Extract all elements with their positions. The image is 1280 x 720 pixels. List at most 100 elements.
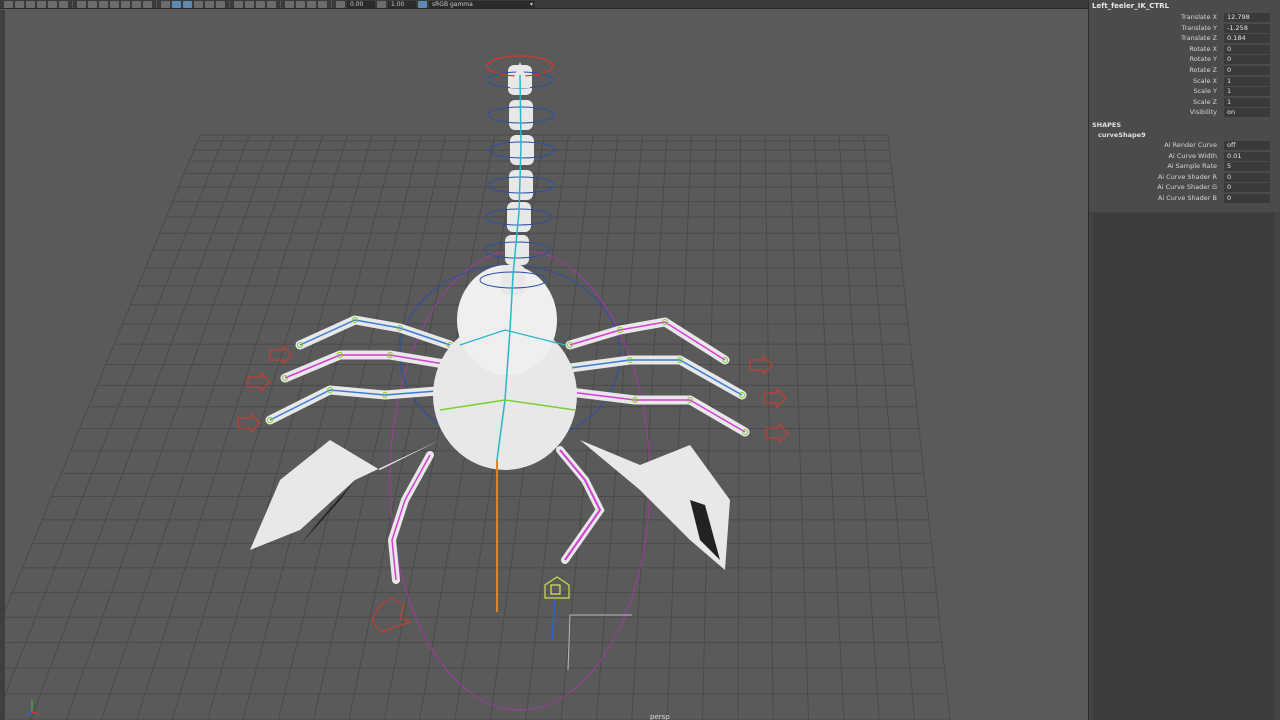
safe-action-icon[interactable] xyxy=(132,0,141,8)
toolbar-separator xyxy=(280,0,281,8)
attribute-row[interactable]: Ai Curve Shader G 0 xyxy=(1089,182,1280,193)
attribute-label: Translate X xyxy=(1180,13,1217,21)
attribute-value-field[interactable]: 0 xyxy=(1224,194,1270,203)
attribute-value-field[interactable]: 0 xyxy=(1224,55,1270,65)
bookmarks-icon[interactable] xyxy=(26,0,35,8)
shadows-icon[interactable] xyxy=(216,0,225,8)
attribute-value-field[interactable]: -1.258 xyxy=(1224,23,1270,33)
exposure-field[interactable]: 0.00 xyxy=(347,0,375,8)
motion-blur-icon[interactable] xyxy=(245,0,254,8)
attribute-value-field[interactable]: 5 xyxy=(1224,162,1270,172)
attribute-label: Ai Curve Shader G xyxy=(1157,183,1217,192)
attribute-row[interactable]: Rotate Y 0 xyxy=(1089,54,1280,65)
attribute-row[interactable]: Rotate X 0 xyxy=(1089,44,1280,54)
exposure-icon[interactable] xyxy=(336,0,345,8)
camera-name-label: persp xyxy=(650,713,670,720)
attribute-value-field[interactable]: 0 xyxy=(1224,66,1270,75)
attribute-row[interactable]: Ai Curve Width 0.01 xyxy=(1089,151,1280,161)
attribute-label: Rotate Y xyxy=(1189,55,1217,64)
attribute-value-field[interactable]: 0 xyxy=(1224,183,1270,193)
attribute-value-field[interactable]: 1 xyxy=(1224,76,1270,86)
toolbar-separator xyxy=(156,0,157,8)
gamma-icon[interactable] xyxy=(377,0,386,8)
attribute-value-field[interactable]: 0.01 xyxy=(1224,151,1270,161)
resolution-gate-icon[interactable] xyxy=(99,0,108,8)
view-transform-value: sRGB gamma xyxy=(432,0,473,8)
depth-of-field-icon[interactable] xyxy=(267,0,276,8)
node-name[interactable]: Left_feeler_IK_CTRL xyxy=(1092,2,1169,10)
attribute-value-field[interactable]: off xyxy=(1224,141,1270,150)
attribute-label: Ai Render Curve xyxy=(1164,141,1217,149)
film-gate-icon[interactable] xyxy=(88,0,97,8)
xray-icon[interactable] xyxy=(296,0,305,8)
attribute-label: Scale Y xyxy=(1193,87,1217,96)
field-chart-icon[interactable] xyxy=(121,0,130,8)
attribute-row[interactable]: Rotate Z 0 xyxy=(1089,65,1280,75)
tail-segment-mesh xyxy=(509,170,533,200)
use-all-lights-icon[interactable] xyxy=(205,0,214,8)
toolbar-separator xyxy=(72,0,73,8)
scene-canvas[interactable] xyxy=(0,0,1088,720)
wireframe-icon[interactable] xyxy=(161,0,170,8)
textured-icon[interactable] xyxy=(194,0,203,8)
tail-segment-mesh xyxy=(510,135,534,165)
attribute-value-field[interactable]: 1 xyxy=(1224,87,1270,97)
attribute-label: Translate Z xyxy=(1180,34,1217,43)
attribute-value-field[interactable]: 0 xyxy=(1224,172,1270,182)
chevron-down-icon: ▾ xyxy=(529,0,533,8)
attribute-label: Visibility xyxy=(1189,108,1217,117)
select-camera-icon[interactable] xyxy=(4,0,13,8)
isolate-select-icon[interactable] xyxy=(285,0,294,8)
toolbar-separator xyxy=(229,0,230,8)
color-management-icon[interactable] xyxy=(418,0,427,8)
smooth-shade-icon[interactable] xyxy=(172,0,181,8)
attribute-value-field[interactable]: 0 xyxy=(1224,44,1270,54)
attribute-label: Ai Curve Shader R xyxy=(1157,172,1217,181)
attribute-row[interactable]: Scale X 1 xyxy=(1089,76,1280,86)
attribute-row[interactable]: Ai Curve Shader B 0 xyxy=(1089,193,1280,203)
attribute-label: Scale X xyxy=(1192,76,1217,85)
2d-pan-zoom-icon[interactable] xyxy=(48,0,57,8)
attribute-value-field[interactable]: on xyxy=(1224,108,1270,118)
attribute-row[interactable]: Translate Y -1.258 xyxy=(1089,23,1280,33)
ambient-occlusion-icon[interactable] xyxy=(234,0,243,8)
viewport-edge-strip xyxy=(0,10,5,720)
attribute-row[interactable]: Scale Z 1 xyxy=(1089,97,1280,107)
shapes-section-header: SHAPES xyxy=(1092,121,1122,129)
image-plane-icon[interactable] xyxy=(37,0,46,8)
grease-pencil-icon[interactable] xyxy=(59,0,68,8)
attribute-row[interactable]: Visibility on xyxy=(1089,107,1280,118)
attribute-row[interactable]: Ai Sample Rate 5 xyxy=(1089,161,1280,172)
attribute-row[interactable]: Translate Z 0.184 xyxy=(1089,33,1280,44)
view-transform-select[interactable]: sRGB gamma ▾ xyxy=(429,0,535,8)
wireframe-on-shaded-icon[interactable] xyxy=(183,0,192,8)
channel-box-empty-area xyxy=(1093,213,1274,720)
camera-attributes-icon[interactable] xyxy=(15,0,24,8)
shape-node-name[interactable]: curveShape9 xyxy=(1098,131,1146,139)
viewport-toolbar: 0.00 1.00 sRGB gamma ▾ xyxy=(0,0,1088,9)
grid-icon[interactable] xyxy=(77,0,86,8)
gamma-field[interactable]: 1.00 xyxy=(388,0,416,8)
attribute-row[interactable]: Scale Y 1 xyxy=(1089,86,1280,97)
toolbar-separator xyxy=(331,0,332,8)
channel-box-attributes: Left_feeler_IK_CTRL Translate X 12.798 Tra… xyxy=(1089,0,1280,212)
attribute-value-field[interactable]: 0.184 xyxy=(1224,34,1270,44)
gate-mask-icon[interactable] xyxy=(110,0,119,8)
safe-title-icon[interactable] xyxy=(143,0,152,8)
channel-box-panel: Left_feeler_IK_CTRL Translate X 12.798 Tra… xyxy=(1088,0,1280,720)
attribute-label: Rotate X xyxy=(1189,44,1217,53)
attribute-label: Ai Sample Rate xyxy=(1167,162,1217,171)
attribute-label: Ai Curve Shader B xyxy=(1157,194,1217,202)
axis-gizmo xyxy=(25,700,41,716)
xray-components-icon[interactable] xyxy=(318,0,327,8)
perspective-viewport[interactable]: 0.00 1.00 sRGB gamma ▾ persp xyxy=(0,0,1088,720)
attribute-value-field[interactable]: 1 xyxy=(1224,97,1270,107)
attribute-label: Translate Y xyxy=(1181,23,1217,32)
attribute-label: Scale Z xyxy=(1192,97,1217,106)
attribute-row[interactable]: Translate X 12.798 xyxy=(1089,12,1280,22)
anti-aliasing-icon[interactable] xyxy=(256,0,265,8)
xray-joints-icon[interactable] xyxy=(307,0,316,8)
attribute-row[interactable]: Ai Render Curve off xyxy=(1089,140,1280,150)
attribute-value-field[interactable]: 12.798 xyxy=(1224,13,1270,22)
attribute-row[interactable]: Ai Curve Shader R 0 xyxy=(1089,172,1280,182)
